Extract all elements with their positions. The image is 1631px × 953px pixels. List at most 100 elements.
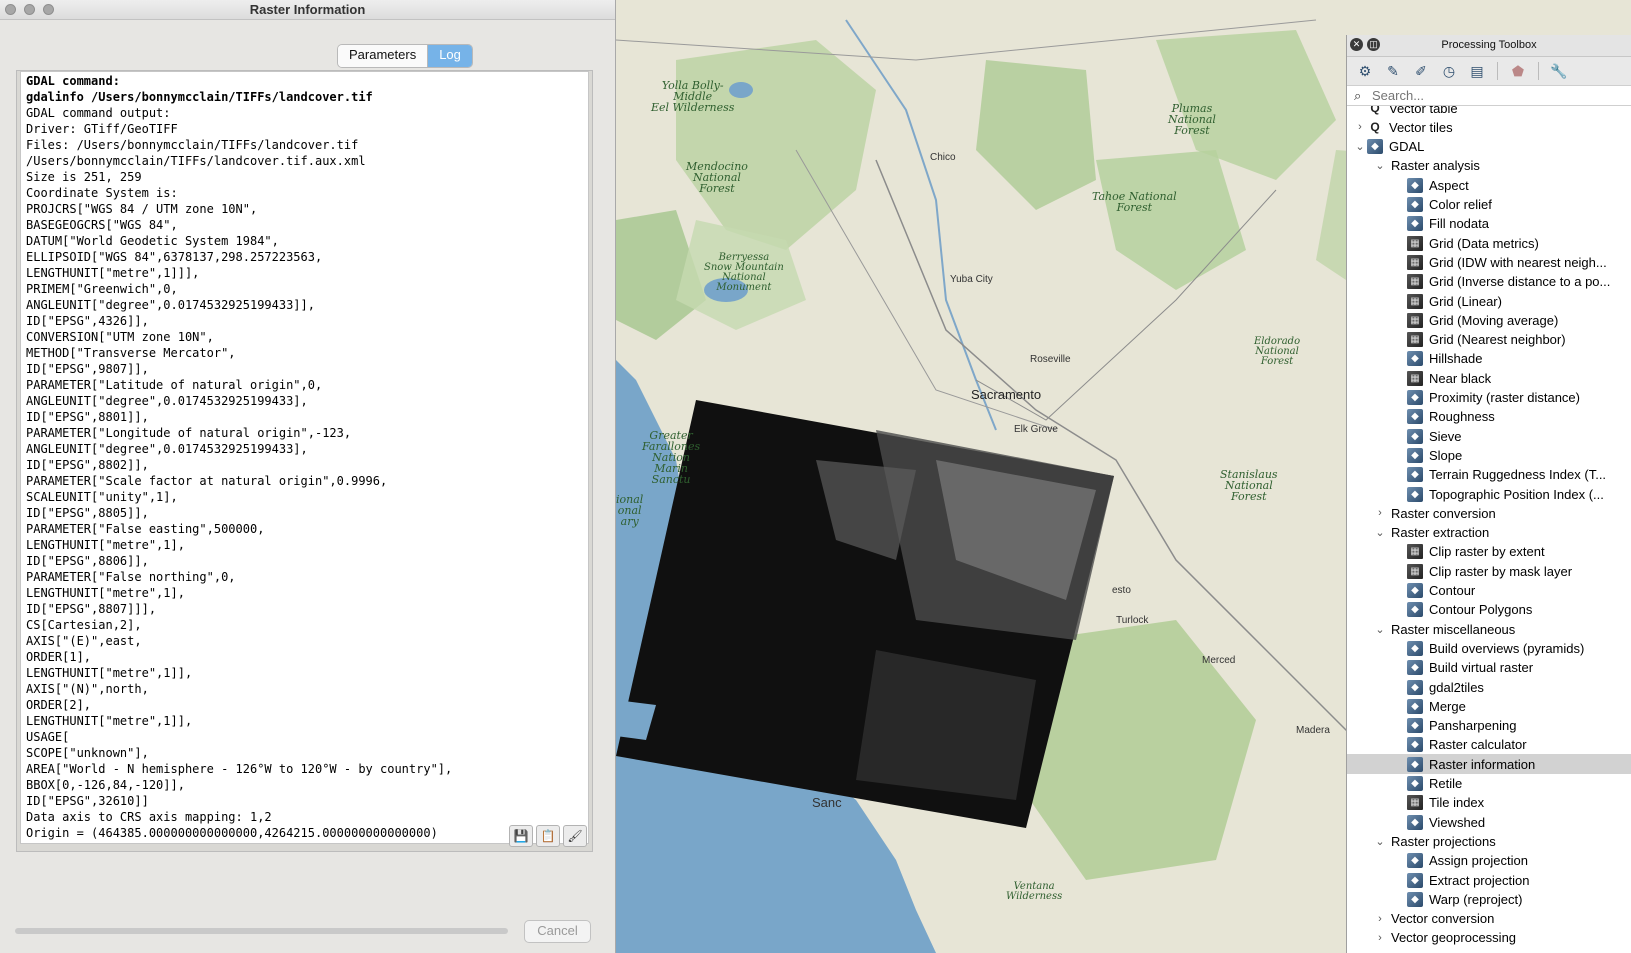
tree-item-label: Roughness: [1429, 409, 1495, 425]
algorithm-icon: ◆: [1407, 756, 1423, 772]
tree-item[interactable]: ▦ Grid (Linear): [1347, 291, 1631, 311]
tree-item[interactable]: ◆ Merge: [1347, 696, 1631, 716]
tree-item[interactable]: ▦ Grid (Nearest neighbor): [1347, 330, 1631, 350]
tree-item[interactable]: ◆ Pansharpening: [1347, 716, 1631, 736]
log-line: Size is 251, 259: [26, 170, 142, 184]
tree-item[interactable]: ▦ Clip raster by extent: [1347, 542, 1631, 562]
tree-item[interactable]: ◆ Raster calculator: [1347, 735, 1631, 755]
tree-item[interactable]: ⌄ ◆ GDAL: [1347, 137, 1631, 157]
tree-item[interactable]: ◆ Slope: [1347, 445, 1631, 465]
history-icon[interactable]: ◷: [1437, 60, 1461, 82]
algorithm-icon: ◆: [1407, 640, 1423, 656]
tree-item[interactable]: › Q Vector tiles: [1347, 117, 1631, 137]
tree-item[interactable]: ◆ Aspect: [1347, 175, 1631, 195]
tree-item[interactable]: ⌄ Raster extraction: [1347, 523, 1631, 543]
edit-icon[interactable]: ✐: [1409, 60, 1433, 82]
processing-icon[interactable]: ⬟: [1506, 60, 1530, 82]
tree-item[interactable]: ▦ Tile index: [1347, 793, 1631, 813]
options-icon[interactable]: 🔧: [1547, 60, 1571, 82]
chevron-down-icon[interactable]: ⌄: [1353, 140, 1367, 153]
tree-item[interactable]: ▦ Grid (Moving average): [1347, 310, 1631, 330]
chevron-right-icon[interactable]: ›: [1373, 507, 1387, 519]
cancel-button[interactable]: Cancel: [524, 920, 591, 943]
chevron-down-icon[interactable]: ⌄: [1373, 835, 1387, 848]
models-icon[interactable]: ⚙: [1353, 60, 1377, 82]
tree-item[interactable]: ◆ gdal2tiles: [1347, 677, 1631, 697]
tree-item[interactable]: ◆ Sieve: [1347, 426, 1631, 446]
log-line: LENGTHUNIT["metre",1]],: [26, 714, 193, 728]
tree-item[interactable]: ◆ Roughness: [1347, 407, 1631, 427]
save-log-button[interactable]: 💾: [509, 825, 533, 847]
tree-item-label: Raster analysis: [1391, 158, 1480, 174]
tree-item[interactable]: ◆ Assign projection: [1347, 851, 1631, 871]
tree-item-label: Warp (reproject): [1429, 891, 1523, 907]
log-line: LENGTHUNIT["metre",1],: [26, 538, 185, 552]
tab-log[interactable]: Log: [427, 45, 472, 67]
chevron-down-icon[interactable]: ⌄: [1373, 623, 1387, 636]
algorithm-icon: ▦: [1407, 235, 1423, 251]
dialog-tabs: Parameters Log: [337, 44, 473, 68]
copy-log-button[interactable]: 📋: [536, 825, 560, 847]
log-line: Driver: GTiff/GeoTIFF: [26, 122, 178, 136]
tree-item[interactable]: ◆ Hillshade: [1347, 349, 1631, 369]
tree-item[interactable]: Q Vector table: [1347, 106, 1631, 118]
tree-item[interactable]: ⌄ Raster projections: [1347, 831, 1631, 851]
algorithm-icon: ◆: [1407, 698, 1423, 714]
results-icon[interactable]: ▤: [1465, 60, 1489, 82]
search-input[interactable]: [1372, 88, 1622, 103]
chevron-right-icon[interactable]: ›: [1373, 932, 1387, 944]
tree-item[interactable]: ◆ Contour Polygons: [1347, 600, 1631, 620]
chevron-right-icon[interactable]: ›: [1373, 913, 1387, 925]
tree-item-label: gdal2tiles: [1429, 679, 1484, 695]
tree-item[interactable]: › Vector conversion: [1347, 909, 1631, 929]
tab-parameters[interactable]: Parameters: [338, 45, 428, 67]
tree-item[interactable]: ◆ Retile: [1347, 774, 1631, 794]
tree-item[interactable]: ◆ Contour: [1347, 581, 1631, 601]
log-line: ID["EPSG",8805]],: [26, 506, 149, 520]
algorithm-icon: ▦: [1407, 563, 1423, 579]
tree-item[interactable]: ◆ Proximity (raster distance): [1347, 388, 1631, 408]
city-label: Yuba City: [950, 274, 993, 285]
toolbox-toolbar: ⚙ ✎ ✐ ◷ ▤ ⬟ 🔧: [1347, 57, 1631, 86]
tree-item[interactable]: › Vector geoprocessing: [1347, 928, 1631, 946]
clear-icon: 🖌: [567, 829, 583, 843]
tree-item[interactable]: ◆ Raster information: [1347, 754, 1631, 775]
log-line: METHOD["Transverse Mercator",: [26, 346, 236, 360]
log-line: ANGLEUNIT["degree",0.0174532925199433]],: [26, 298, 315, 312]
tree-item[interactable]: ⌄ Raster analysis: [1347, 156, 1631, 176]
tree-item-label: Contour Polygons: [1429, 602, 1533, 618]
log-text-area[interactable]: GDAL command: gdalinfo /Users/bonnymcclai…: [20, 71, 589, 844]
map-label: Plumas National Forest: [1168, 102, 1216, 137]
tree-item[interactable]: ◆ Color relief: [1347, 195, 1631, 215]
tree-item[interactable]: ◆ Viewshed: [1347, 812, 1631, 832]
log-line: LENGTHUNIT["metre",1]],: [26, 666, 193, 680]
clear-log-button[interactable]: 🖌: [563, 825, 587, 847]
tree-item[interactable]: ◆ Build virtual raster: [1347, 658, 1631, 678]
chevron-down-icon[interactable]: ⌄: [1373, 526, 1387, 539]
tree-item[interactable]: ▦ Grid (IDW with nearest neigh...: [1347, 252, 1631, 272]
tree-item[interactable]: ◆ Build overviews (pyramids): [1347, 638, 1631, 658]
map-label: ional onal ary: [616, 493, 644, 528]
tree-item[interactable]: ◆ Warp (reproject): [1347, 889, 1631, 909]
dialog-title: Raster Information: [249, 2, 366, 17]
tree-item-label: Grid (Inverse distance to a po...: [1429, 274, 1611, 290]
chevron-right-icon[interactable]: ›: [1353, 121, 1367, 133]
tree-item[interactable]: ⌄ Raster miscellaneous: [1347, 619, 1631, 639]
scripts-icon[interactable]: ✎: [1381, 60, 1405, 82]
tree-item[interactable]: ◆ Topographic Position Index (...: [1347, 484, 1631, 504]
algorithm-icon: ◆: [1407, 390, 1423, 405]
tree-item[interactable]: ▦ Near black: [1347, 368, 1631, 388]
tree-item[interactable]: ▦ Clip raster by mask layer: [1347, 561, 1631, 581]
map-label: Berryessa Snow Mountain National Monumen…: [704, 252, 784, 293]
tree-item[interactable]: ◆ Extract projection: [1347, 870, 1631, 890]
tree-item[interactable]: ▦ Grid (Data metrics): [1347, 233, 1631, 253]
tree-item[interactable]: ◆ Terrain Ruggedness Index (T...: [1347, 465, 1631, 485]
tree-item[interactable]: ◆ Fill nodata: [1347, 214, 1631, 234]
algorithm-icon: ◆: [1407, 737, 1423, 753]
raster-information-dialog: Raster Information Parameters Log GDAL c…: [0, 0, 616, 953]
algorithm-icon: ▦: [1407, 370, 1423, 386]
chevron-down-icon[interactable]: ⌄: [1373, 159, 1387, 172]
tree-item[interactable]: ▦ Grid (Inverse distance to a po...: [1347, 272, 1631, 292]
tree-item[interactable]: › Raster conversion: [1347, 503, 1631, 523]
algorithm-icon: ◆: [1407, 409, 1423, 425]
